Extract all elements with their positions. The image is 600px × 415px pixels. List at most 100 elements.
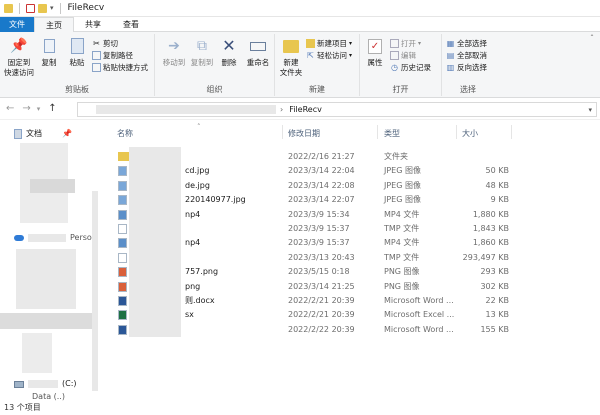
new-group-label: 新建 (309, 85, 325, 94)
history-icon: ◷ (391, 63, 398, 72)
file-type-icon (118, 252, 127, 263)
back-icon[interactable]: ← (6, 103, 14, 114)
table-row[interactable]: sx 2022/2/21 20:39 Microsoft Excel ... 13 K… (115, 308, 595, 322)
rename-button[interactable]: 重命名 (243, 36, 273, 68)
select-none-icon: ▤ (446, 51, 455, 60)
organize-group: ➔ 移动到 ⧉ 复制到 ✕ 删除 重命名 组织 (155, 34, 275, 96)
easy-access-button[interactable]: ⇱ 轻松访问 ▾ (306, 50, 352, 61)
file-type-icon (118, 310, 127, 321)
breadcrumb-path[interactable] (96, 105, 276, 114)
open-chevron-icon: ▾ (418, 40, 422, 47)
file-type-icon (118, 195, 127, 206)
new-item-button[interactable]: 新建项目 ▾ (306, 38, 352, 49)
table-row[interactable]: 2023/3/13 20:43 TMP 文件 293,497 KB (115, 251, 595, 265)
file-type: 文件夹 (384, 152, 408, 161)
pin-quick-access-button[interactable]: 📌 固定到 快速访问 (2, 36, 36, 78)
copy-to-icon: ⧉ (197, 38, 207, 54)
new-folder-icon (281, 36, 301, 56)
table-row[interactable]: 2022/2/16 21:27 文件夹 (115, 150, 595, 164)
copy-to-button[interactable]: ⧉ 复制到 (187, 36, 217, 68)
cloud-icon (14, 235, 24, 241)
file-size: 50 KB (485, 166, 509, 176)
column-separator (282, 125, 283, 139)
file-size: 9 KB (490, 195, 509, 205)
column-separator (511, 125, 512, 139)
column-type-header[interactable]: 类型 (384, 128, 400, 139)
copy-button[interactable]: 复制 (36, 36, 62, 68)
table-row[interactable]: 2023/3/9 15:37 TMP 文件 1,843 KB (115, 222, 595, 236)
table-row[interactable]: 220140977.jpg 2023/3/14 22:07 JPEG 图像 9 KB (115, 193, 595, 207)
column-separator (377, 125, 378, 139)
sidebar-item-onedrive[interactable]: Perso (14, 232, 92, 244)
properties-icon[interactable] (26, 3, 35, 13)
edit-button[interactable]: 编辑 (390, 50, 416, 61)
tab-file[interactable]: 文件 (0, 17, 34, 32)
table-row[interactable]: cd.jpg 2023/3/14 22:04 JPEG 图像 50 KB (115, 164, 595, 178)
navigation-pane: 文档 📌 Perso (C:) Data (..) (0, 121, 101, 401)
table-row[interactable]: np4 2023/3/9 15:34 MP4 文件 1,880 KB (115, 208, 595, 222)
table-row[interactable]: de.jpg 2023/3/14 22:08 JPEG 图像 48 KB (115, 179, 595, 193)
customize-quick-access-icon[interactable]: ▾ (50, 4, 54, 12)
tab-view[interactable]: 查看 (112, 17, 150, 32)
file-date: 2022/2/22 20:39 (288, 324, 355, 334)
recent-locations-icon[interactable]: ▾ (37, 105, 41, 113)
table-row[interactable]: 757.png 2023/5/15 0:18 PNG 图像 293 KB (115, 265, 595, 279)
forward-icon[interactable]: → (22, 103, 30, 114)
select-all-button[interactable]: ▦ 全部选择 (446, 38, 487, 49)
paste-shortcut-button[interactable]: 粘贴快捷方式 (92, 62, 148, 73)
address-bar[interactable]: › FileRecv ▾ (77, 102, 597, 117)
file-name: de.jpg (185, 180, 210, 190)
paste-button[interactable]: 粘贴 (63, 36, 91, 68)
file-type-icon (118, 267, 127, 278)
tab-home[interactable]: 主页 (34, 17, 74, 33)
folder-icon (4, 3, 13, 13)
copy-path-button[interactable]: 复制路径 (92, 50, 133, 61)
new-folder-button[interactable]: 新建 文件夹 (277, 36, 305, 78)
table-row[interactable]: 2022/2/22 20:39 Microsoft Word ... 155 KB (115, 323, 595, 337)
cut-button[interactable]: ✂ 剪切 (92, 38, 118, 49)
new-folder-label: 新建 文件夹 (279, 58, 303, 77)
open-button[interactable]: 打开 ▾ (390, 38, 421, 49)
history-button[interactable]: ◷ 历史记录 (390, 62, 431, 73)
file-size: 13 KB (485, 310, 509, 320)
navigation-bar: ← → ▾ ↑ › FileRecv ▾ (0, 98, 600, 120)
sidebar-blurred-label (28, 234, 66, 242)
paste-icon (67, 36, 87, 56)
file-type-icon (118, 324, 127, 335)
table-row[interactable]: png 2023/3/14 21:25 PNG 图像 302 KB (115, 280, 595, 294)
sidebar-scrollbar[interactable] (92, 191, 98, 391)
invert-selection-button[interactable]: ▥ 反向选择 (446, 62, 487, 73)
file-name: 757.png (185, 267, 219, 277)
item-count: 13 个项目 (4, 403, 41, 412)
new-folder-icon[interactable] (38, 3, 47, 13)
breadcrumb-current[interactable]: FileRecv (289, 105, 322, 114)
select-none-button[interactable]: ▤ 全部取消 (446, 50, 487, 61)
delete-button[interactable]: ✕ 删除 (216, 36, 242, 68)
file-type-icon (118, 224, 127, 234)
file-name: 220140977.jpg (185, 195, 246, 205)
documents-icon (14, 129, 22, 139)
new-item-icon (306, 39, 315, 48)
select-none-label: 全部取消 (457, 51, 487, 60)
select-group-label: 选择 (460, 85, 476, 94)
sidebar-item-documents[interactable]: 文档 📌 (14, 128, 72, 140)
table-row[interactable]: np4 2023/3/9 15:37 MP4 文件 1,860 KB (115, 236, 595, 250)
up-icon[interactable]: ↑ (48, 103, 56, 114)
properties-button[interactable]: ✓ 属性 (362, 36, 388, 68)
table-row[interactable]: 则.docx 2022/2/21 20:39 Microsoft Word ... 2… (115, 294, 595, 308)
ribbon-collapse-icon[interactable]: ˆ (590, 34, 594, 43)
history-label: 历史记录 (401, 63, 431, 72)
move-to-button[interactable]: ➔ 移动到 (159, 36, 189, 68)
column-modified-header[interactable]: 修改日期 (288, 128, 320, 139)
move-to-label: 移动到 (162, 58, 186, 67)
column-size-header[interactable]: 大小 (462, 128, 478, 139)
file-name: png (185, 281, 201, 291)
column-name-header[interactable]: 名称 (117, 128, 133, 139)
sidebar-item-drive-c[interactable]: (C:) (14, 378, 77, 390)
file-type: MP4 文件 (384, 238, 420, 248)
tab-share[interactable]: 共享 (74, 17, 112, 32)
copy-to-label: 复制到 (190, 58, 214, 67)
address-dropdown-icon[interactable]: ▾ (588, 106, 592, 114)
properties-label: 属性 (367, 58, 383, 67)
file-date: 2023/3/14 22:07 (288, 195, 355, 205)
